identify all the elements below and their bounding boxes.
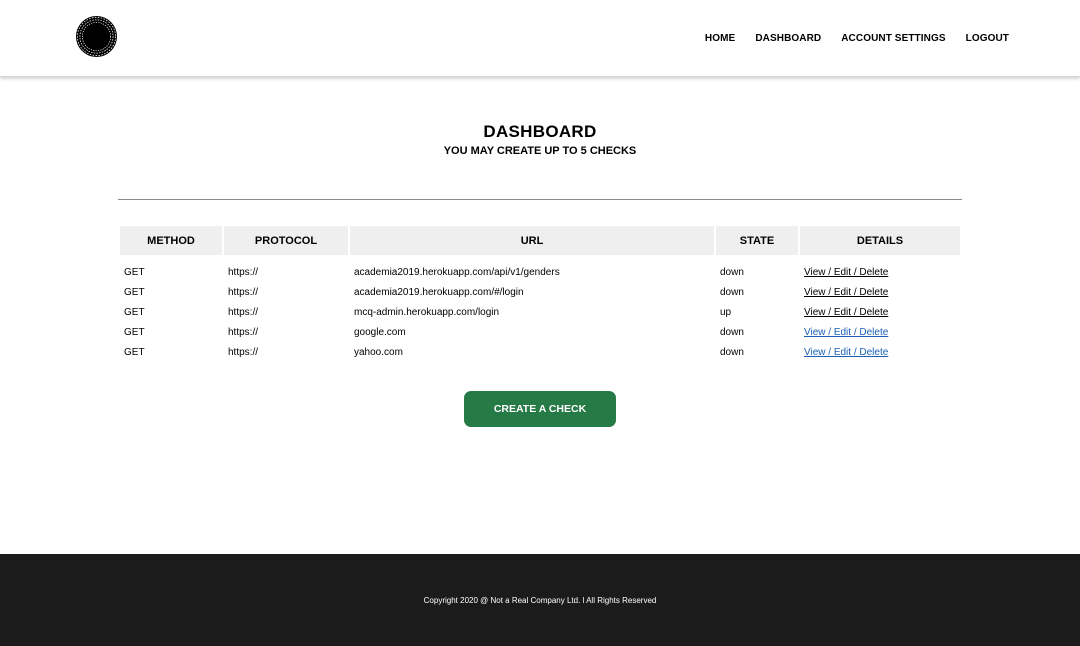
main-nav: HOME DASHBOARD ACCOUNT SETTINGS LOGOUT <box>685 33 1009 44</box>
table-row: GET https:// academia2019.herokuapp.com/… <box>120 282 960 302</box>
create-check-button[interactable]: CREATE A CHECK <box>464 391 616 427</box>
cell-details: View / Edit / Delete <box>800 323 960 343</box>
cell-protocol: https:// <box>228 327 259 339</box>
cell-url: google.com <box>354 327 406 339</box>
cell-protocol: https:// <box>228 306 259 318</box>
cell-url: academia2019.herokuapp.com/#/login <box>354 286 524 298</box>
column-header-url: URL <box>350 226 714 255</box>
column-header-state: STATE <box>716 226 798 255</box>
page-subtitle: YOU MAY CREATE UP TO 5 CHECKS <box>443 145 637 157</box>
cell-method: GET <box>124 306 145 318</box>
checks-table: METHOD PROTOCOL URL STATE DETAILS GET ht… <box>118 226 962 363</box>
details-link[interactable]: View / Edit / Delete <box>804 267 888 278</box>
page-title: DASHBOARD <box>483 122 597 141</box>
cell-url: academia2019.herokuapp.com/api/v1/gender… <box>354 266 560 278</box>
cell-method: GET <box>124 266 145 278</box>
cell-protocol: https:// <box>228 266 259 278</box>
cell-protocol: https:// <box>228 347 259 359</box>
table-header-row: METHOD PROTOCOL URL STATE DETAILS <box>120 226 960 255</box>
table-row: GET https:// academia2019.herokuapp.com/… <box>120 262 960 282</box>
cell-details: View / Edit / Delete <box>800 343 960 363</box>
column-header-protocol: PROTOCOL <box>224 226 348 255</box>
details-link[interactable]: View / Edit / Delete <box>804 327 888 338</box>
cell-details: View / Edit / Delete <box>800 262 960 282</box>
cell-state: down <box>720 347 744 359</box>
nav-dashboard-link[interactable]: DASHBOARD <box>755 33 821 44</box>
table-row: GET https:// yahoo.com down View / Edit … <box>120 343 960 363</box>
details-link[interactable]: View / Edit / Delete <box>804 287 888 298</box>
cell-state: down <box>720 327 744 339</box>
nav-logout-link[interactable]: LOGOUT <box>966 33 1009 44</box>
column-header-method: METHOD <box>120 226 222 255</box>
logo-icon[interactable] <box>75 15 118 58</box>
details-link[interactable]: View / Edit / Delete <box>804 307 888 318</box>
cell-method: GET <box>124 286 145 298</box>
nav-account-settings-link[interactable]: ACCOUNT SETTINGS <box>841 33 945 44</box>
table-row: GET https:// google.com down View / Edit… <box>120 323 960 343</box>
site-footer: Copyright 2020 @ Not a Real Company Ltd.… <box>0 554 1080 646</box>
cell-method: GET <box>124 347 145 359</box>
cell-url: mcq-admin.herokuapp.com/login <box>354 306 500 318</box>
copyright-text: Copyright 2020 @ Not a Real Company Ltd.… <box>423 596 657 605</box>
cell-details: View / Edit / Delete <box>800 282 960 302</box>
section-divider <box>118 199 962 200</box>
details-link[interactable]: View / Edit / Delete <box>804 347 888 358</box>
table-row: GET https:// mcq-admin.herokuapp.com/log… <box>120 302 960 322</box>
cell-state: down <box>720 286 744 298</box>
nav-home-link[interactable]: HOME <box>705 33 735 44</box>
cell-protocol: https:// <box>228 286 259 298</box>
column-header-details: DETAILS <box>800 226 960 255</box>
site-header: HOME DASHBOARD ACCOUNT SETTINGS LOGOUT <box>0 0 1080 77</box>
cell-state: down <box>720 266 744 278</box>
cell-method: GET <box>124 327 145 339</box>
cell-url: yahoo.com <box>354 347 403 359</box>
table-spacer <box>120 255 960 262</box>
cell-state: up <box>720 306 732 318</box>
cell-details: View / Edit / Delete <box>800 302 960 322</box>
